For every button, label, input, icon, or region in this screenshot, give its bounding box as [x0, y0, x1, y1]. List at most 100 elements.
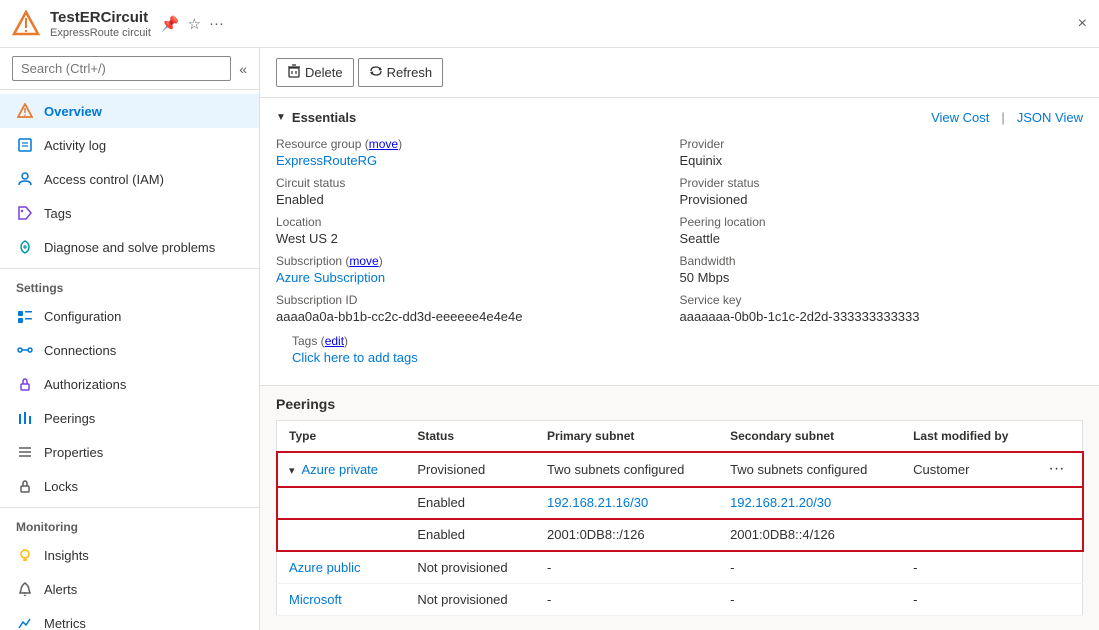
essentials-section: ▼ Essentials View Cost | JSON View Resou…	[260, 98, 1099, 386]
sidebar-nav: Overview Activity log	[0, 90, 259, 630]
microsoft-actions	[1037, 584, 1083, 616]
sidebar-item-peerings[interactable]: Peerings	[0, 401, 259, 435]
col-last-modified: Last modified by	[901, 421, 1036, 452]
view-cost-link[interactable]: View Cost	[931, 110, 989, 125]
locks-icon	[16, 477, 34, 495]
col-type: Type	[277, 421, 406, 452]
resource-group-value: ExpressRouteRG	[276, 153, 680, 168]
peerings-title: Peerings	[276, 386, 1083, 420]
sidebar-item-configuration[interactable]: Configuration	[0, 299, 259, 333]
azure-public-secondary: -	[718, 551, 901, 584]
subscription-id-label: Subscription ID	[276, 293, 680, 307]
insights-icon	[16, 546, 34, 564]
delete-label: Delete	[305, 65, 343, 80]
tags-edit-link[interactable]: edit	[325, 334, 344, 348]
collapse-icon[interactable]: «	[239, 61, 247, 77]
microsoft-primary: -	[535, 584, 718, 616]
location-value: West US 2	[276, 231, 680, 246]
microsoft-type: Microsoft	[277, 584, 406, 616]
pin-icon[interactable]: 📌	[161, 15, 180, 33]
azure-subscription-link[interactable]: Azure Subscription	[276, 270, 385, 285]
subscription-id-value: aaaa0a0a-bb1b-cc2c-dd3d-eeeeee4e4e4e	[276, 309, 680, 324]
sidebar-item-configuration-label: Configuration	[44, 309, 121, 324]
subscription-move-link[interactable]: move	[349, 254, 378, 268]
subscription-value: Azure Subscription	[276, 270, 680, 285]
expand-icon[interactable]: ▾	[289, 465, 295, 477]
peerings-table: Type Status Primary subnet Secondary sub…	[276, 420, 1083, 616]
express-route-rg-link[interactable]: ExpressRouteRG	[276, 153, 377, 168]
subnet-link-1[interactable]: 192.168.21.16/30	[547, 495, 648, 510]
refresh-button[interactable]: Refresh	[358, 58, 444, 87]
sidebar-item-access-control-label: Access control (IAM)	[44, 172, 164, 187]
location-label: Location	[276, 215, 680, 229]
main-layout: « Overview	[0, 48, 1099, 630]
sidebar-item-locks[interactable]: Locks	[0, 469, 259, 503]
service-key-value: aaaaaaa-0b0b-1c1c-2d2d-333333333333	[680, 309, 1084, 324]
refresh-icon	[369, 64, 383, 81]
bandwidth-label: Bandwidth	[680, 254, 1084, 268]
sidebar-item-access-control[interactable]: Access control (IAM)	[0, 162, 259, 196]
sidebar-item-diagnose-label: Diagnose and solve problems	[44, 240, 215, 255]
service-key-label: Service key	[680, 293, 1084, 307]
azure-public-link[interactable]: Azure public	[289, 560, 361, 575]
sidebar-item-locks-label: Locks	[44, 479, 78, 494]
delete-button[interactable]: Delete	[276, 58, 354, 87]
sub-row1-secondary: 192.168.21.20/30	[718, 487, 901, 519]
essentials-subscription: Subscription (move) Azure Subscription	[276, 254, 680, 285]
col-status: Status	[405, 421, 535, 452]
table-row: Enabled 192.168.21.16/30 192.168.21.20/3…	[277, 487, 1083, 519]
more-button[interactable]: ···	[1049, 460, 1065, 477]
col-primary-subnet: Primary subnet	[535, 421, 718, 452]
essentials-location: Location West US 2	[276, 215, 680, 246]
star-icon[interactable]: ☆	[188, 15, 201, 33]
close-button[interactable]: ×	[1078, 15, 1087, 33]
divider: |	[1001, 110, 1004, 125]
azure-private-primary: Two subnets configured	[535, 452, 718, 487]
sidebar-item-connections[interactable]: Connections	[0, 333, 259, 367]
resource-group-move-link[interactable]: move	[369, 137, 398, 151]
subnet-link-2[interactable]: 192.168.21.20/30	[730, 495, 831, 510]
sidebar-item-authorizations[interactable]: Authorizations	[0, 367, 259, 401]
json-view-link[interactable]: JSON View	[1017, 110, 1083, 125]
essentials-title-text: Essentials	[292, 110, 356, 125]
sidebar-item-tags[interactable]: Tags	[0, 196, 259, 230]
microsoft-link[interactable]: Microsoft	[289, 592, 342, 607]
access-control-icon	[16, 170, 34, 188]
sidebar-item-properties[interactable]: Properties	[0, 435, 259, 469]
sub-row2-type	[277, 519, 406, 552]
provider-value: Equinix	[680, 153, 1084, 168]
search-bar: «	[0, 48, 259, 90]
circuit-status-label: Circuit status	[276, 176, 680, 190]
essentials-grid: Resource group (move) ExpressRouteRG Cir…	[276, 137, 1083, 324]
sidebar-item-diagnose[interactable]: Diagnose and solve problems	[0, 230, 259, 264]
sub-row1-modified	[901, 487, 1036, 519]
sidebar-item-overview[interactable]: Overview	[0, 94, 259, 128]
settings-section-label: Settings	[0, 268, 259, 299]
microsoft-modified: -	[901, 584, 1036, 616]
azure-private-link[interactable]: Azure private	[301, 462, 378, 477]
content-area: Delete Refresh ▼ Essentials	[260, 48, 1099, 630]
col-actions	[1037, 421, 1083, 452]
sidebar-item-metrics[interactable]: Metrics	[0, 606, 259, 630]
sub-row1-status: Enabled	[405, 487, 535, 519]
monitoring-section-label: Monitoring	[0, 507, 259, 538]
more-icon[interactable]: ···	[209, 15, 224, 32]
search-input[interactable]	[12, 56, 231, 81]
sidebar-item-alerts[interactable]: Alerts	[0, 572, 259, 606]
sub-row2-status: Enabled	[405, 519, 535, 552]
sidebar-item-activity-log-label: Activity log	[44, 138, 106, 153]
azure-private-actions: ···	[1037, 452, 1083, 487]
azure-private-modified: Customer	[901, 452, 1036, 487]
resource-group-label: Resource group (move)	[276, 137, 680, 151]
sidebar-item-peerings-label: Peerings	[44, 411, 95, 426]
bandwidth-value: 50 Mbps	[680, 270, 1084, 285]
tags-link: Click here to add tags	[292, 350, 1067, 365]
essentials-circuit-status: Circuit status Enabled	[276, 176, 680, 207]
alerts-icon	[16, 580, 34, 598]
add-tags-link[interactable]: Click here to add tags	[292, 350, 418, 365]
sidebar-item-insights[interactable]: Insights	[0, 538, 259, 572]
sidebar-item-activity-log[interactable]: Activity log	[0, 128, 259, 162]
subscription-label: Subscription (move)	[276, 254, 680, 268]
chevron-down-icon: ▼	[276, 112, 286, 123]
essentials-title: ▼ Essentials	[276, 110, 356, 125]
